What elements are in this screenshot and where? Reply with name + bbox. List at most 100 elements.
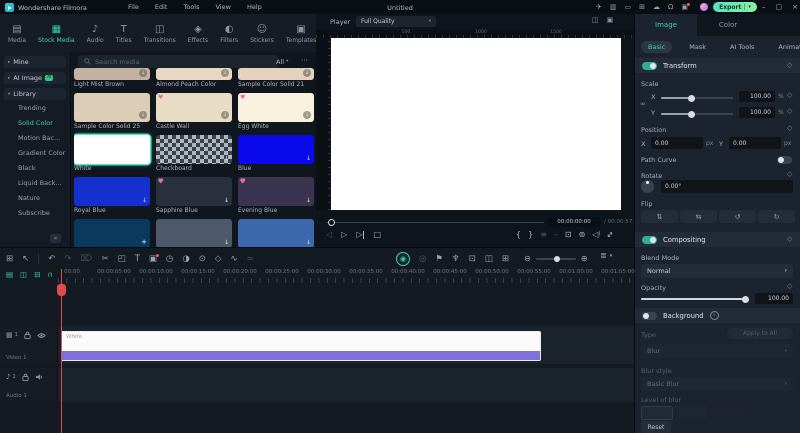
snapshot-camera-button[interactable]: ⊚ xyxy=(579,231,586,239)
keyframe-icon[interactable]: ◇ xyxy=(215,255,222,264)
crop-icon[interactable]: ◰ xyxy=(118,255,126,264)
tab-media[interactable]: ▤ Media xyxy=(2,16,32,52)
download-icon[interactable]: ↓ xyxy=(306,240,311,246)
speaker-mute-icon[interactable] xyxy=(35,373,43,381)
download-icon[interactable]: ↓ xyxy=(221,111,229,119)
sidebar-item-motion-backgrounds[interactable]: Motion Bac... xyxy=(18,130,70,145)
pointer-tool-icon[interactable]: ↖ xyxy=(22,255,29,264)
sidebar-item-liquid-backgrounds[interactable]: Liquid Back... xyxy=(18,175,70,190)
mark-in-button[interactable]: { xyxy=(516,231,521,239)
sidebar-group-ai-image[interactable]: ▸ AI Image AI xyxy=(4,72,66,84)
scale-y-value[interactable]: 100.00 xyxy=(739,107,775,118)
tab-stock-media[interactable]: ▦ Stock Media xyxy=(32,16,81,52)
download-icon[interactable]: ↓ xyxy=(139,69,147,77)
workspace-layout-icon[interactable]: ▥ xyxy=(610,4,617,11)
keyframe-diamond-icon[interactable]: ◇ xyxy=(787,92,792,99)
scale-x-value[interactable]: 100.00 xyxy=(739,91,775,102)
menu-item[interactable]: Tools xyxy=(183,3,199,11)
media-tile[interactable]: ↓ Sample Color Solid 21 xyxy=(238,68,314,89)
marker-icon[interactable]: ⚑ xyxy=(435,255,443,264)
zoom-slider-knob[interactable] xyxy=(554,256,560,262)
keyframe-diamond-icon[interactable]: ◇ xyxy=(787,283,792,290)
sidebar-item-black[interactable]: Black xyxy=(18,160,70,175)
subtab-animation[interactable]: Animation xyxy=(771,41,800,53)
render-preview-button[interactable]: ≡ xyxy=(540,231,547,239)
scale-x-slider[interactable] xyxy=(661,97,733,99)
inspector-tab-image[interactable]: Image xyxy=(635,14,697,36)
undo-icon[interactable]: ↶ xyxy=(48,255,55,264)
blend-mode-dropdown[interactable]: Normal ▾ xyxy=(641,264,793,278)
eye-visibility-icon[interactable] xyxy=(37,332,46,339)
download-icon[interactable]: ↓ xyxy=(306,198,311,204)
download-icon[interactable]: ↓ xyxy=(224,156,229,162)
previous-frame-button[interactable]: ◁ xyxy=(326,231,332,239)
flip-horizontal-button[interactable]: ⇆ xyxy=(680,210,717,223)
menu-item[interactable]: View xyxy=(216,3,231,11)
mute-speaker-button[interactable]: ◁ xyxy=(592,231,600,239)
media-tile[interactable]: ↓ Checkboard xyxy=(156,135,232,173)
color-swatch[interactable]: ♥ ↓ xyxy=(156,93,232,122)
scale-y-slider[interactable] xyxy=(661,113,733,115)
media-tile[interactable]: White xyxy=(74,135,150,173)
opacity-slider[interactable] xyxy=(641,298,749,300)
cloud-icon[interactable]: ☁ xyxy=(653,4,660,11)
sidebar-item-trending[interactable]: Trending xyxy=(18,100,70,115)
restore-button[interactable]: ▢ xyxy=(776,4,783,11)
media-tile[interactable]: ♥ ↓ Egg White xyxy=(238,93,314,131)
color-swatch[interactable]: ↓ xyxy=(74,93,150,122)
sidebar-item-subscribe[interactable]: Subscribe xyxy=(18,205,70,220)
screen-record-icon[interactable]: ◉ xyxy=(396,252,410,266)
zoom-in-icon[interactable]: ⊕ xyxy=(581,255,588,263)
lock-icon[interactable] xyxy=(24,331,31,339)
media-tile[interactable]: ↓ Royal Blue xyxy=(74,177,150,215)
scrubber-track[interactable] xyxy=(326,222,544,223)
inspector-tab-color[interactable]: Color xyxy=(697,14,759,36)
subtab-ai-tools[interactable]: AI Tools xyxy=(723,41,761,53)
minimize-button[interactable]: – xyxy=(762,4,766,11)
media-tile[interactable]: + xyxy=(74,219,150,247)
download-icon[interactable]: ↓ xyxy=(303,111,311,119)
audio-track[interactable] xyxy=(0,368,634,402)
search-input[interactable]: Search media xyxy=(78,55,278,68)
media-tile[interactable]: ♥ ↓ Evening Blue xyxy=(238,177,314,215)
link-scale-icon[interactable]: ∞ xyxy=(640,100,646,108)
subtab-mask[interactable]: Mask xyxy=(682,41,713,53)
mark-out-button[interactable]: } xyxy=(528,231,533,239)
rotate-ccw-button[interactable]: ↺ xyxy=(719,210,756,223)
apply-to-all-button[interactable]: Apply to All xyxy=(727,328,793,339)
chroma-key-icon[interactable]: ◑ xyxy=(182,255,189,264)
link-icon[interactable]: ∞ xyxy=(247,255,254,264)
playhead-handle[interactable] xyxy=(57,284,66,296)
menu-item[interactable]: Help xyxy=(247,3,262,11)
tab-transitions[interactable]: ◫ Transitions xyxy=(138,16,182,52)
color-swatch[interactable]: ↓ xyxy=(74,68,150,80)
tab-filters[interactable]: ◐ Filters xyxy=(214,16,244,52)
transform-toggle[interactable] xyxy=(642,62,657,70)
keyframe-diamond-icon[interactable]: ◇ xyxy=(787,108,792,115)
blur-level-option[interactable] xyxy=(713,406,743,418)
color-swatch[interactable]: ↓ xyxy=(156,219,232,247)
share-icon[interactable]: ✈ xyxy=(596,4,602,11)
compositing-toggle[interactable] xyxy=(642,236,657,244)
background-type-dropdown[interactable]: Blur ▾ xyxy=(641,344,793,358)
download-icon[interactable]: ↓ xyxy=(221,69,229,77)
grid-overlay-icon[interactable]: ◫ xyxy=(592,17,599,24)
export-button[interactable]: Export ▾ xyxy=(713,2,757,12)
sidebar-item-gradient-color[interactable]: Gradient Color xyxy=(18,145,70,160)
audio-sync-icon[interactable]: ◫ xyxy=(20,271,27,279)
play-button[interactable]: ▷ xyxy=(341,231,347,239)
export-frame-icon[interactable]: ⊡ xyxy=(469,255,476,264)
reset-button[interactable]: Reset xyxy=(641,421,671,433)
keyframe-diamond-icon[interactable]: ◇ xyxy=(787,125,792,132)
tab-audio[interactable]: ♪ Audio xyxy=(81,16,110,52)
split-icon[interactable]: ✂ xyxy=(102,255,109,264)
download-icon[interactable]: ↓ xyxy=(142,198,147,204)
color-swatch[interactable]: ↓ xyxy=(156,68,232,80)
media-tile[interactable]: ↓ Blue xyxy=(238,135,314,173)
download-icon[interactable]: ↓ xyxy=(306,156,311,162)
sidebar-item-nature[interactable]: Nature xyxy=(18,190,70,205)
position-x-value[interactable]: 0.00 xyxy=(651,137,703,149)
media-tile[interactable]: ↓ xyxy=(238,219,314,247)
media-tile[interactable]: ↓ Almond Peach Color xyxy=(156,68,232,89)
chevron-down-icon[interactable]: ▾ xyxy=(748,4,751,10)
